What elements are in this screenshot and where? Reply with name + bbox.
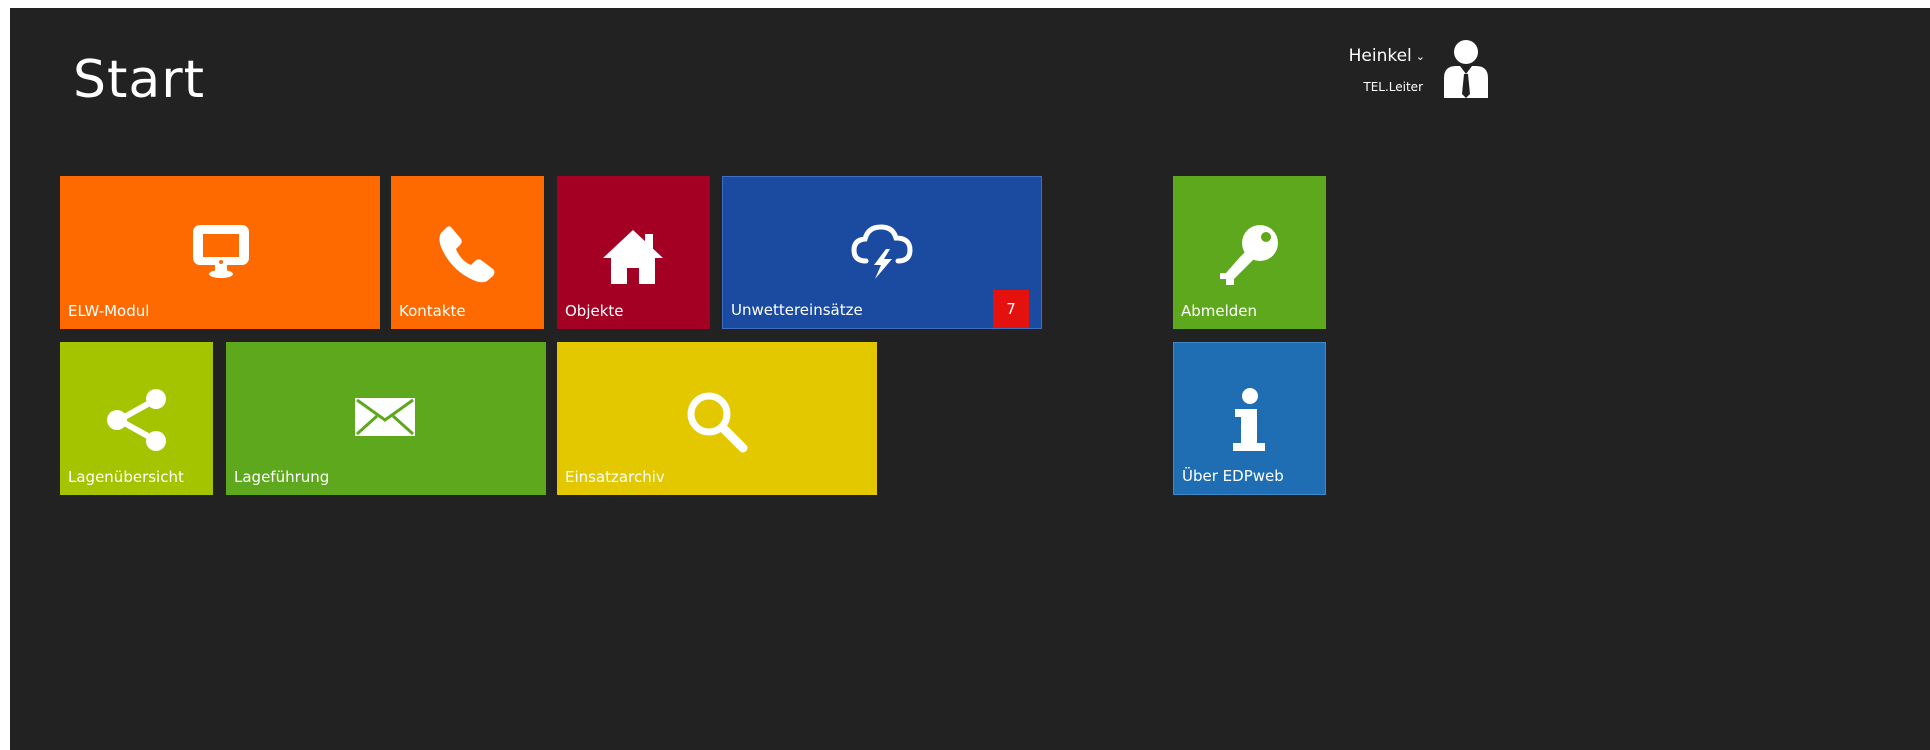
tile-abmelden[interactable]: Abmelden (1173, 176, 1326, 329)
storm-cloud-icon (851, 224, 913, 279)
chevron-down-icon[interactable]: ⌄ (1416, 50, 1425, 63)
tile-label: Abmelden (1181, 302, 1258, 320)
info-icon (1233, 388, 1265, 451)
tile-objekte[interactable]: Objekte (557, 176, 710, 329)
tile-label: Kontakte (399, 302, 466, 320)
tile-unwettereinsaetze[interactable]: Unwettereinsätze 7 (722, 176, 1042, 329)
share-icon (107, 389, 166, 451)
tile-label: Unwettereinsätze (731, 301, 863, 319)
user-role: TEL.Leiter (1363, 80, 1423, 94)
tile-einsatzarchiv[interactable]: Einsatzarchiv (557, 342, 877, 495)
tile-ueber-edpweb[interactable]: Über EDPweb (1173, 342, 1326, 495)
tile-label: Lagenübersicht (68, 468, 184, 486)
home-icon (603, 230, 663, 284)
key-icon (1220, 225, 1278, 285)
page-title: Start (73, 50, 206, 110)
tile-label: Lageführung (234, 468, 330, 486)
user-name: Heinkel (1348, 46, 1412, 66)
tile-label: Über EDPweb (1182, 467, 1284, 485)
tile-label: ELW-Modul (68, 302, 150, 320)
tile-lagenuebersicht[interactable]: Lagenübersicht (60, 342, 213, 495)
start-screen: Start Heinkel ⌄ TEL.Leiter ELW-Modul Kont… (10, 8, 1930, 750)
user-name-row[interactable]: Heinkel ⌄ (1349, 46, 1425, 66)
tile-lagefuehrung[interactable]: Lageführung (226, 342, 546, 495)
envelope-icon (355, 398, 415, 436)
phone-icon (439, 226, 495, 283)
user-avatar-icon[interactable] (1442, 38, 1490, 98)
tile-label: Einsatzarchiv (565, 468, 665, 486)
user-menu[interactable]: Heinkel ⌄ TEL.Leiter (1340, 38, 1490, 100)
search-icon (687, 392, 748, 453)
tile-kontakte[interactable]: Kontakte (391, 176, 544, 329)
tile-label: Objekte (565, 302, 624, 320)
tile-elw-modul[interactable]: ELW-Modul (60, 176, 380, 329)
notification-badge: 7 (993, 290, 1029, 328)
monitor-icon (193, 225, 249, 278)
